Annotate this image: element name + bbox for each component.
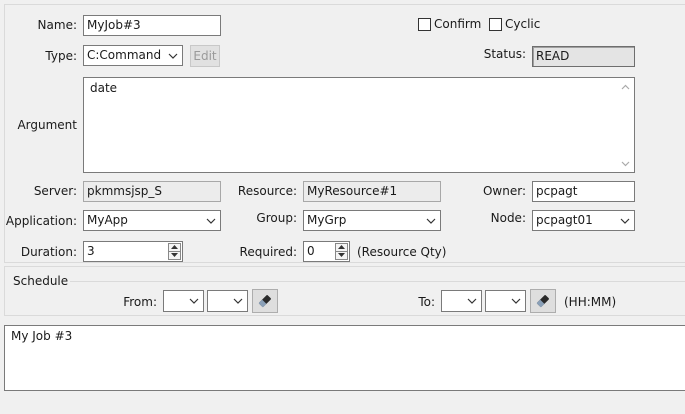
duration-spinner[interactable]: 3: [83, 241, 183, 262]
description-text: My Job #3: [11, 329, 73, 343]
spin-up-icon[interactable]: [169, 244, 180, 252]
chevron-down-icon: [166, 46, 180, 65]
required-value: 0: [307, 244, 315, 258]
chevron-down-icon: [424, 211, 438, 230]
spin-down-icon[interactable]: [336, 252, 347, 260]
name-label: Name:: [37, 18, 77, 32]
server-field: pkmmsjsp_S: [83, 181, 221, 202]
to-clear-button[interactable]: [530, 289, 556, 313]
duration-label: Duration:: [20, 245, 77, 259]
type-select-value: C:Command: [87, 48, 162, 62]
duration-value: 3: [87, 244, 95, 258]
application-select-value: MyApp: [87, 213, 128, 227]
application-select[interactable]: MyApp: [83, 210, 221, 231]
cyclic-checkbox[interactable]: [489, 18, 502, 31]
eraser-icon: [258, 295, 271, 308]
resource-label: Resource:: [237, 184, 297, 198]
to-hour-select[interactable]: [441, 290, 482, 312]
node-label: Node:: [490, 211, 526, 225]
application-label: Application:: [5, 214, 77, 228]
schedule-title: Schedule: [13, 274, 69, 288]
time-format-label: (HH:MM): [564, 295, 617, 309]
server-label: Server:: [33, 184, 77, 198]
chevron-down-icon: [232, 291, 244, 311]
to-label: To:: [418, 295, 435, 309]
chevron-down-icon: [466, 291, 478, 311]
from-label: From:: [123, 295, 157, 309]
chevron-down-icon: [188, 291, 200, 311]
from-clear-button[interactable]: [252, 289, 278, 313]
scroll-up-icon[interactable]: [617, 78, 634, 95]
argument-scrollbar[interactable]: [617, 78, 634, 172]
type-label: Type:: [45, 49, 77, 63]
group-select-value: MyGrp: [307, 213, 347, 227]
group-label: Group:: [256, 211, 297, 225]
owner-label: Owner:: [482, 184, 526, 198]
status-field: READ: [532, 46, 635, 67]
cyclic-label: Cyclic: [505, 17, 541, 31]
owner-input[interactable]: pcpagt: [532, 181, 635, 202]
schedule-divider: [70, 281, 685, 282]
node-select-value: pcpagt01: [536, 213, 593, 227]
chevron-down-icon: [204, 211, 218, 230]
type-select[interactable]: C:Command: [83, 45, 183, 66]
name-input[interactable]: MyJob#3: [83, 15, 221, 36]
eraser-icon: [536, 295, 549, 308]
chevron-down-icon: [510, 291, 522, 311]
spin-up-icon[interactable]: [336, 244, 347, 252]
required-spinner[interactable]: 0: [303, 241, 350, 262]
chevron-down-icon: [618, 211, 632, 230]
required-label: Required:: [239, 245, 297, 259]
node-select[interactable]: pcpagt01: [532, 210, 635, 231]
from-hour-select[interactable]: [163, 290, 204, 312]
confirm-checkbox[interactable]: [418, 18, 431, 31]
confirm-label: Confirm: [434, 17, 482, 31]
spin-down-icon[interactable]: [169, 252, 180, 260]
argument-text: date: [90, 81, 118, 95]
status-label: Status:: [483, 47, 526, 61]
argument-textarea[interactable]: date: [83, 77, 635, 173]
argument-label: Argument: [17, 118, 77, 132]
to-minute-select[interactable]: [485, 290, 526, 312]
resource-qty-label: (Resource Qty): [357, 245, 447, 259]
from-minute-select[interactable]: [207, 290, 248, 312]
edit-button[interactable]: Edit: [190, 45, 220, 67]
description-textarea[interactable]: My Job #3: [4, 325, 685, 391]
group-select[interactable]: MyGrp: [303, 210, 441, 231]
scroll-down-icon[interactable]: [617, 155, 634, 172]
resource-field: MyResource#1: [303, 181, 441, 202]
